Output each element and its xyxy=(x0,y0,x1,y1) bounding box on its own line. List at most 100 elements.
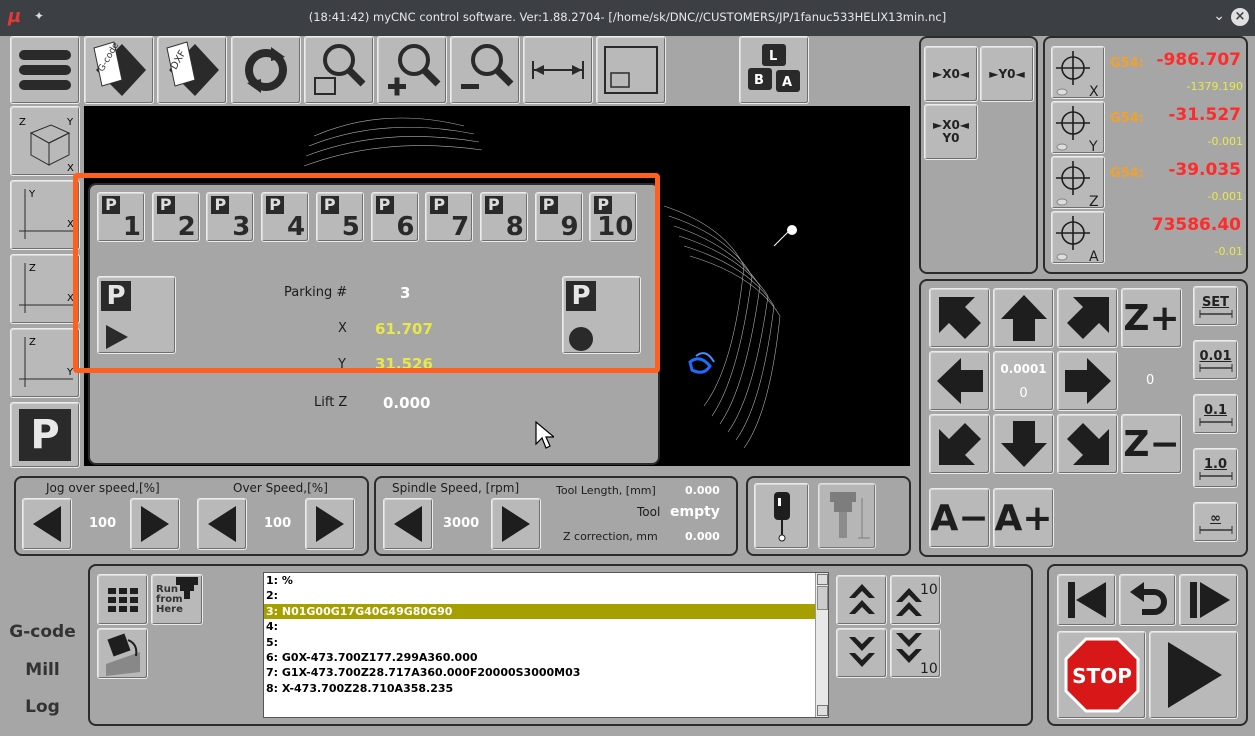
jog-down-button[interactable] xyxy=(993,414,1054,474)
gcode-scrollbar[interactable] xyxy=(815,573,828,717)
triangle-left-icon xyxy=(208,506,236,542)
gcode-line[interactable]: 5: xyxy=(264,635,828,650)
triangle-right-icon xyxy=(502,506,530,542)
view-yz-button[interactable]: ZY xyxy=(10,328,80,398)
over-speed-up-button[interactable] xyxy=(305,498,355,550)
jog-a-minus-button[interactable]: A− xyxy=(929,488,990,548)
view-xz-button[interactable]: ZX xyxy=(10,254,80,324)
jog-up-left-button[interactable] xyxy=(929,288,990,348)
rotate-view-button[interactable] xyxy=(97,628,148,679)
chevron-down-icon[interactable]: ⌄ xyxy=(1213,8,1225,24)
scroll-up-icon[interactable] xyxy=(817,574,828,585)
gcode-line[interactable]: 4: xyxy=(264,619,828,634)
page-down-button[interactable]: 10 xyxy=(890,628,941,678)
rewind-button[interactable] xyxy=(1057,574,1116,626)
start-button[interactable] xyxy=(1149,631,1238,719)
step-1-0-button[interactable]: 1.0 xyxy=(1193,448,1238,488)
undo-arrow-icon xyxy=(1129,582,1167,615)
dro-z-value: -39.035 xyxy=(1168,160,1241,180)
axis-x-label: X xyxy=(67,163,74,171)
lift-z-value: 0.000 xyxy=(383,394,431,412)
gcode-line-selected[interactable]: 3: N01G00G17G40G49G80G90 xyxy=(264,603,817,620)
step-forward-button[interactable] xyxy=(1179,574,1238,626)
plane-xz-v-label: Z xyxy=(29,263,36,274)
set-origin-a-button[interactable]: A xyxy=(1051,211,1105,264)
tool-label: Tool xyxy=(637,505,661,519)
line-up-button[interactable] xyxy=(836,575,887,625)
step-infinite-button[interactable]: ∞ xyxy=(1193,502,1238,542)
window-title: (18:41:42) myCNC control software. Ver:1… xyxy=(308,10,947,24)
open-gcode-button[interactable]: G-code xyxy=(84,36,154,104)
arrow-down-icon xyxy=(1000,421,1047,467)
set-origin-x-button[interactable]: X xyxy=(1051,46,1105,99)
jog-down-left-button[interactable] xyxy=(929,414,990,474)
step-0-01-button[interactable]: 0.01 xyxy=(1193,340,1238,380)
jog-up-right-button[interactable] xyxy=(1057,288,1118,348)
gcode-line[interactable]: 1: % xyxy=(264,573,828,588)
jog-z-minus-button[interactable]: Z− xyxy=(1121,414,1182,474)
gcode-line[interactable]: 6: G0X-473.700Z177.299A360.000 xyxy=(264,650,828,665)
parking-mode-button[interactable]: P xyxy=(10,402,80,468)
jog-step-display[interactable]: 0.0001 0 xyxy=(993,351,1054,411)
zero-y-button[interactable]: ►Y0◄ xyxy=(980,46,1034,102)
tab-mill[interactable]: Mill xyxy=(8,660,77,680)
plane-yz-v-label: Z xyxy=(29,337,36,348)
refresh-button[interactable] xyxy=(231,36,301,104)
gcode-listing[interactable]: 1: % 2: 3: N01G00G17G40G49G80G90 4: 5: 6: G0X… xyxy=(263,572,829,718)
fit-all-icon xyxy=(604,46,658,94)
view-3d-button[interactable]: Z Y X xyxy=(10,106,80,176)
fit-all-button[interactable] xyxy=(596,36,666,104)
zoom-out-button[interactable] xyxy=(450,36,520,104)
jog-down-right-button[interactable] xyxy=(1057,414,1118,474)
spindle-up-button[interactable] xyxy=(491,498,541,550)
keyboard-button[interactable]: L B A xyxy=(739,36,809,104)
step-back-button[interactable] xyxy=(1119,574,1176,626)
hamburger-icon xyxy=(19,50,71,90)
step-ruler-icon xyxy=(1199,417,1232,426)
run-from-here-button[interactable]: Run from Here xyxy=(151,574,203,625)
jog-speed-down-button[interactable] xyxy=(22,498,72,550)
jog-up-button[interactable] xyxy=(993,288,1054,348)
jog-right-button[interactable] xyxy=(1057,351,1118,411)
gcode-line[interactable]: 8: X-473.700Z28.710A358.235 xyxy=(264,681,828,696)
over-speed-down-button[interactable] xyxy=(197,498,247,550)
jog-left-button[interactable] xyxy=(929,351,990,411)
scroll-thumb[interactable] xyxy=(817,586,828,610)
crosshair-icon: X xyxy=(1056,50,1099,98)
skip-to-start-icon xyxy=(1067,582,1106,618)
dro-axis-letter: Z xyxy=(1089,194,1099,208)
step-set-button[interactable]: SET xyxy=(1193,286,1238,326)
tool-measure-button[interactable] xyxy=(818,483,876,549)
zero-xy-button[interactable]: ►X0◄ Y0 xyxy=(924,104,978,160)
jog-a-plus-button[interactable]: A+ xyxy=(993,488,1054,548)
dro-y-machine-value: -0.001 xyxy=(1207,135,1243,148)
line-down-button[interactable] xyxy=(836,628,887,678)
spindle-down-button[interactable] xyxy=(383,498,433,550)
dro-a-value: 73586.40 xyxy=(1151,215,1241,235)
menu-button[interactable] xyxy=(10,36,80,104)
fit-width-button[interactable] xyxy=(523,36,593,104)
zoom-in-button[interactable] xyxy=(377,36,447,104)
grid-view-button[interactable] xyxy=(97,574,148,625)
page-up-button[interactable]: 10 xyxy=(890,575,941,625)
probe-button[interactable] xyxy=(754,483,809,549)
zoom-window-button[interactable] xyxy=(304,36,374,104)
tab-gcode[interactable]: G-code xyxy=(8,622,77,642)
gcode-line[interactable]: 2: xyxy=(264,588,828,603)
plane-xz-icon: ZX xyxy=(19,263,74,313)
gcode-file-icon: G-code xyxy=(93,41,146,96)
tab-log[interactable]: Log xyxy=(8,697,77,717)
stop-button[interactable]: STOP xyxy=(1057,631,1146,719)
arrow-down-left-icon xyxy=(938,423,981,465)
jog-speed-up-button[interactable] xyxy=(130,498,180,550)
view-xy-button[interactable]: YX xyxy=(10,180,80,250)
step-0-1-button[interactable]: 0.1 xyxy=(1193,394,1238,434)
jog-z-plus-button[interactable]: Z+ xyxy=(1121,288,1182,348)
set-origin-z-button[interactable]: Z xyxy=(1051,156,1105,209)
open-dxf-button[interactable]: DXF xyxy=(157,36,227,104)
scroll-down-icon[interactable] xyxy=(817,705,828,716)
set-origin-y-button[interactable]: Y xyxy=(1051,101,1105,154)
close-icon[interactable]: × xyxy=(1231,8,1249,26)
gcode-line[interactable]: 7: G1X-473.700Z28.717A360.000F20000S3000… xyxy=(264,665,828,680)
zero-x-button[interactable]: ►X0◄ xyxy=(924,46,978,102)
